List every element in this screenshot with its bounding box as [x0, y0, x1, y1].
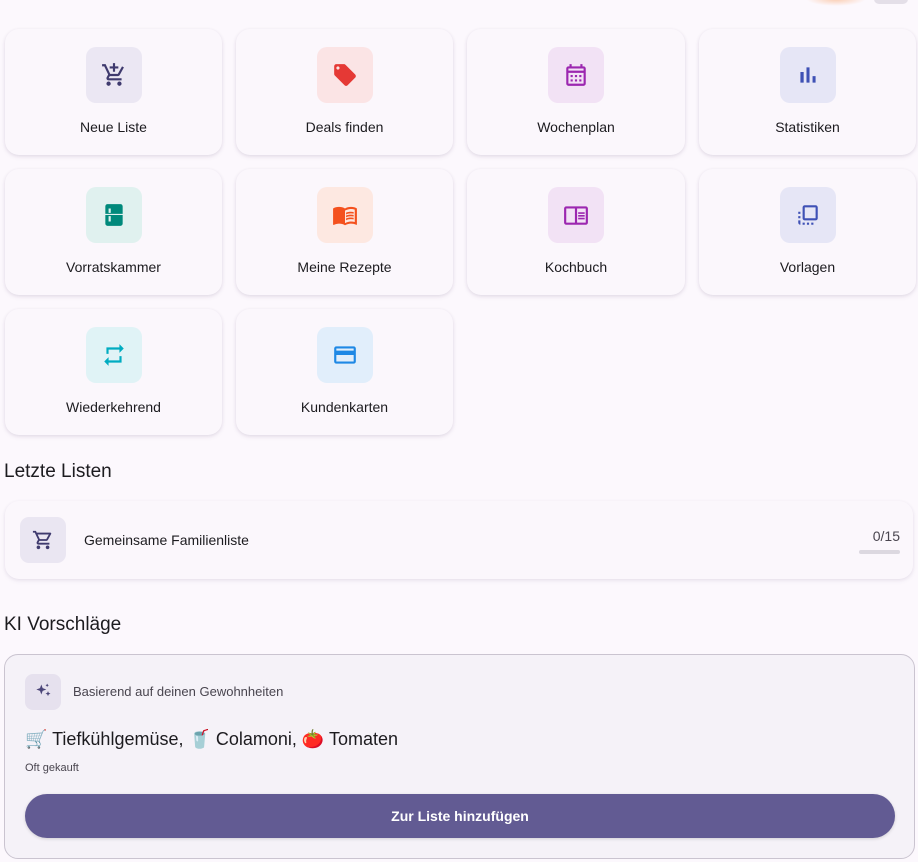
ai-suggestions-title: KI Vorschläge [4, 614, 122, 635]
recent-lists-title: Letzte Listen [4, 461, 112, 482]
top-decoration [806, 0, 866, 6]
action-meine-rezepte[interactable]: Meine Rezepte [236, 169, 453, 295]
tile-icon-bg [779, 187, 836, 243]
tile-icon-bg [548, 47, 604, 103]
action-neue-liste[interactable]: Neue Liste [5, 29, 222, 155]
repeat-icon [103, 344, 124, 366]
action-statistiken[interactable]: Statistiken [699, 29, 916, 155]
list-item[interactable]: Gemeinsame Familienliste 0/15 [5, 501, 913, 579]
quick-actions-grid: Neue Liste Deals finden Wochenplan Stati… [5, 29, 916, 435]
list-progress-count: 0/15 [872, 528, 900, 544]
tile-label: Deals finden [305, 119, 384, 135]
open-book-icon [564, 206, 588, 225]
tile-icon-bg [85, 187, 142, 243]
tag-icon [333, 64, 356, 86]
home-screen: Neue Liste Deals finden Wochenplan Stati… [0, 0, 918, 862]
tile-label: Kundenkarten [300, 399, 389, 415]
add-to-list-button[interactable]: Zur Liste hinzufügen [25, 794, 895, 838]
action-wiederkehrend[interactable]: Wiederkehrend [5, 309, 222, 435]
list-progress-bar [859, 550, 900, 554]
book-icon [332, 206, 357, 226]
action-vorlagen[interactable]: Vorlagen [699, 169, 916, 295]
tile-icon-bg [779, 47, 836, 103]
tile-label: Meine Rezepte [297, 259, 392, 275]
add-cart-icon [101, 63, 124, 86]
bar-chart-icon [799, 67, 816, 83]
top-decoration-pill [874, 0, 908, 4]
cart-icon [32, 530, 52, 550]
action-kochbuch[interactable]: Kochbuch [467, 169, 685, 295]
sparkle-icon [36, 683, 51, 697]
tile-label: Vorlagen [779, 259, 836, 275]
ai-subtext: Oft gekauft [25, 762, 79, 774]
tile-icon-bg [85, 47, 142, 103]
action-kundenkarten[interactable]: Kundenkarten [236, 309, 453, 435]
tile-icon-bg [316, 47, 373, 103]
tile-label: Statistiken [775, 119, 840, 135]
ai-caption: Basierend auf deinen Gewohnheiten [73, 684, 284, 699]
tile-label: Vorratskammer [66, 259, 161, 275]
ai-suggested-items: 🛒 Tiefkühlgemüse, 🥤 Colamoni, 🍅 Tomaten [25, 729, 399, 749]
tile-icon-bg [548, 187, 604, 243]
action-wochenplan[interactable]: Wochenplan [467, 29, 685, 155]
calendar-icon [566, 64, 586, 86]
ai-suggestion-card: Basierend auf deinen Gewohnheiten 🛒 Tief… [4, 654, 915, 859]
template-icon [797, 205, 818, 225]
card-icon [333, 346, 356, 364]
list-icon-bg [20, 517, 66, 563]
list-name: Gemeinsame Familienliste [84, 532, 249, 548]
tile-icon-bg [85, 327, 142, 383]
tile-label: Wochenplan [537, 119, 615, 135]
tile-label: Kochbuch [544, 259, 608, 275]
ai-icon-bg [25, 674, 61, 710]
tile-icon-bg [316, 187, 373, 243]
action-deals-finden[interactable]: Deals finden [236, 29, 453, 155]
tile-icon-bg [316, 327, 373, 383]
tile-label: Wiederkehrend [66, 399, 161, 415]
action-vorratskammer[interactable]: Vorratskammer [5, 169, 222, 295]
fridge-icon [104, 204, 123, 226]
tile-label: Neue Liste [80, 119, 147, 135]
